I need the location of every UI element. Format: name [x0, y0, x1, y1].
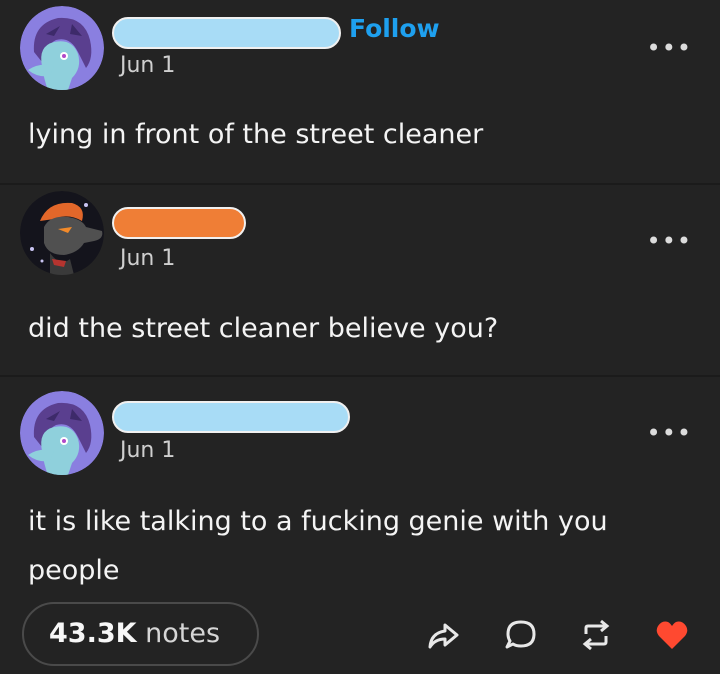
- like-icon[interactable]: [654, 617, 690, 653]
- post-date[interactable]: Jun 1: [120, 246, 175, 271]
- post-text: it is like talking to a fucking genie wi…: [28, 506, 608, 586]
- more-options-icon[interactable]: •••: [647, 421, 692, 445]
- follow-button[interactable]: Follow: [349, 14, 440, 43]
- blog-name-redaction[interactable]: [112, 401, 350, 433]
- more-options-icon[interactable]: •••: [647, 229, 692, 253]
- blog-name-redaction[interactable]: [112, 207, 246, 239]
- share-icon[interactable]: [425, 617, 461, 653]
- avatar[interactable]: [20, 191, 104, 275]
- more-options-icon[interactable]: •••: [647, 36, 692, 60]
- post-text: did the street cleaner believe you?: [28, 313, 499, 344]
- avatar[interactable]: [20, 391, 104, 475]
- post-1: Follow Jun 1 ••• lying in front of the s…: [0, 0, 720, 183]
- notes-label: notes: [145, 618, 221, 649]
- post-3: Jun 1 ••• it is like talking to a fuckin…: [0, 375, 720, 674]
- post-text: lying in front of the street cleaner: [28, 119, 484, 150]
- avatar[interactable]: [20, 6, 104, 90]
- blog-name-redaction[interactable]: [112, 17, 341, 49]
- notes-button[interactable]: 43.3K notes: [22, 602, 259, 666]
- reblog-icon[interactable]: [578, 617, 614, 653]
- post-date[interactable]: Jun 1: [120, 438, 175, 463]
- reply-icon[interactable]: [503, 617, 539, 653]
- post-date[interactable]: Jun 1: [120, 53, 175, 78]
- notes-count: 43.3K: [49, 618, 137, 649]
- post-2: Jun 1 ••• did the street cleaner believe…: [0, 183, 720, 375]
